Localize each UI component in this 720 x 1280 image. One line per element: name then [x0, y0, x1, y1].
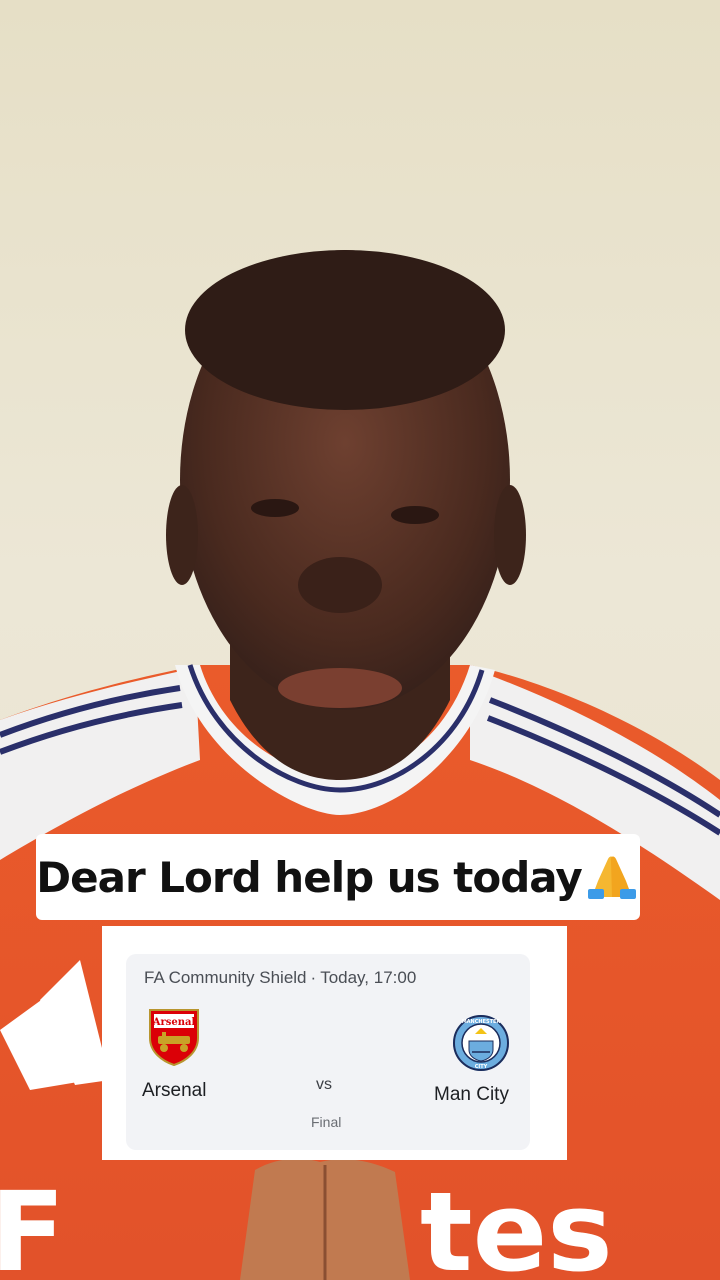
left-ear — [166, 485, 198, 585]
man-city-crest-icon: MANCHESTER CITY — [452, 1014, 510, 1077]
mouth — [278, 668, 402, 708]
separator-dot: · — [310, 968, 317, 987]
svg-text:F: F — [0, 1168, 65, 1280]
arsenal-crest-wordmark: Arsenal — [152, 1017, 196, 1028]
home-team-name: Arsenal — [142, 1080, 207, 1101]
competition-line: FA Community Shield · Today, 17:00 — [144, 968, 416, 988]
right-ear — [494, 485, 526, 585]
competition-name: FA Community Shield — [144, 968, 307, 987]
caption-box: Dear Lord help us today — [36, 834, 640, 920]
caption-text: Dear Lord help us today — [36, 852, 582, 902]
arsenal-crest-icon: Arsenal — [148, 1008, 200, 1071]
folded-hands-icon — [584, 851, 640, 904]
right-eye — [391, 506, 439, 524]
left-eye — [251, 499, 299, 517]
svg-text:tes: tes — [420, 1168, 613, 1280]
svg-text:CITY: CITY — [475, 1064, 488, 1070]
match-status: Final — [311, 1114, 342, 1130]
match-card[interactable]: FA Community Shield · Today, 17:00 Arsenal — [102, 926, 567, 1160]
man-city-crest-wordmark: MANCHESTER — [462, 1019, 501, 1025]
kickoff-time: Today, 17:00 — [320, 968, 417, 987]
match-card-inner: FA Community Shield · Today, 17:00 Arsenal — [126, 954, 530, 1150]
vs-label: vs — [316, 1076, 332, 1093]
away-team-name: Man City — [434, 1084, 509, 1105]
nose — [298, 557, 382, 613]
